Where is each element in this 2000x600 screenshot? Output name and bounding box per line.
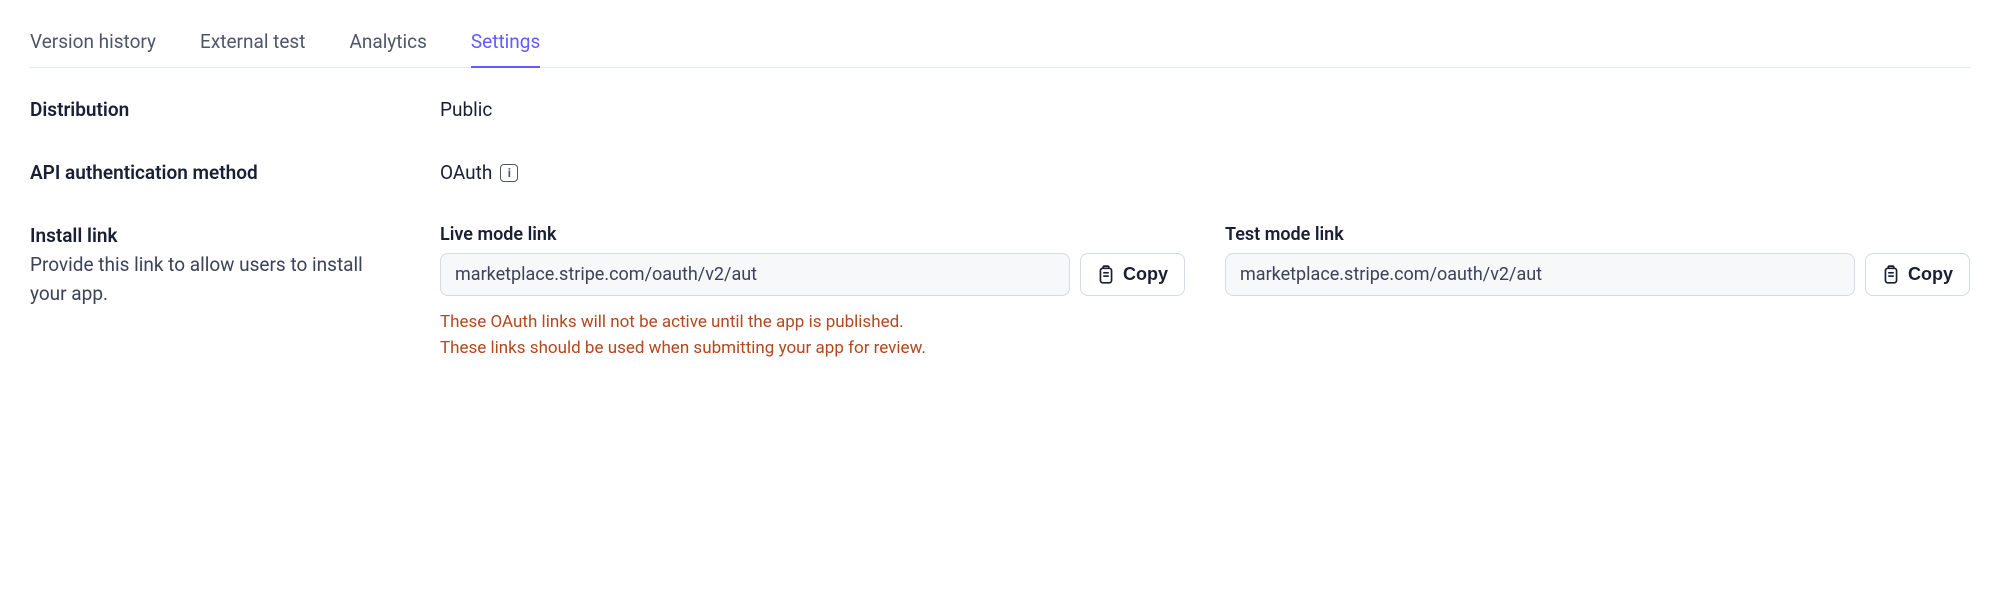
install-link-desc: Provide this link to allow users to inst…: [30, 251, 380, 308]
tab-analytics[interactable]: Analytics: [349, 20, 426, 67]
row-distribution: Distribution Public: [30, 98, 1970, 121]
copy-label: Copy: [1123, 264, 1168, 285]
auth-value: OAuth: [440, 161, 492, 184]
tabs: Version history External test Analytics …: [30, 20, 1970, 68]
oauth-warning: These OAuth links will not be active unt…: [440, 310, 1970, 361]
row-install-link: Install link Provide this link to allow …: [30, 224, 1970, 361]
live-mode-group: Live mode link marketplace.stripe.com/oa…: [440, 224, 1185, 296]
test-copy-button[interactable]: Copy: [1865, 253, 1970, 296]
info-icon[interactable]: i: [500, 164, 518, 182]
tab-version-history[interactable]: Version history: [30, 20, 156, 67]
test-mode-link-input[interactable]: marketplace.stripe.com/oauth/v2/aut: [1225, 253, 1855, 296]
live-copy-button[interactable]: Copy: [1080, 253, 1185, 296]
live-mode-label: Live mode link: [440, 224, 1185, 245]
clipboard-icon: [1882, 265, 1900, 285]
live-mode-link-input[interactable]: marketplace.stripe.com/oauth/v2/aut: [440, 253, 1070, 296]
copy-label: Copy: [1908, 264, 1953, 285]
distribution-value: Public: [440, 98, 492, 121]
tab-external-test[interactable]: External test: [200, 20, 305, 67]
test-mode-label: Test mode link: [1225, 224, 1970, 245]
clipboard-icon: [1097, 265, 1115, 285]
distribution-label: Distribution: [30, 98, 440, 121]
warning-line-2: These links should be used when submitti…: [440, 336, 1970, 362]
warning-line-1: These OAuth links will not be active unt…: [440, 310, 1970, 336]
tab-settings[interactable]: Settings: [471, 20, 540, 67]
row-auth: API authentication method OAuth i: [30, 161, 1970, 184]
auth-label: API authentication method: [30, 161, 440, 184]
install-link-label: Install link: [30, 224, 440, 247]
test-mode-group: Test mode link marketplace.stripe.com/oa…: [1225, 224, 1970, 296]
